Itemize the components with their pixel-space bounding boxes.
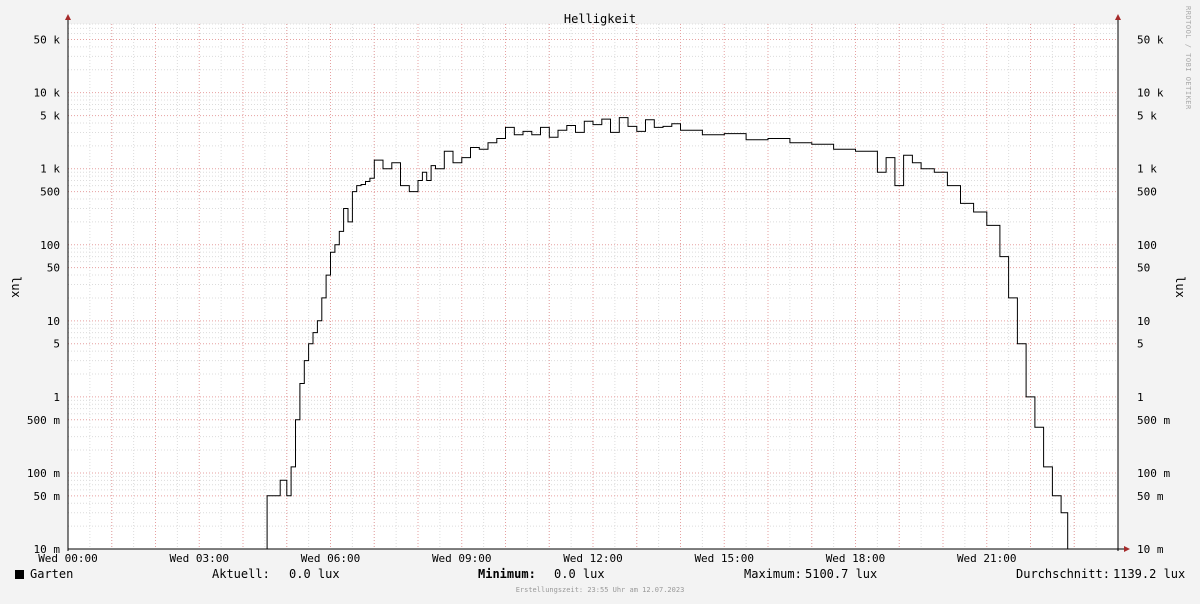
y-axis-label-left: lux [9,276,23,298]
y-tick-label-right: 50 [1137,262,1150,275]
legend-durchschnitt-label: Durchschnitt: [1016,567,1110,581]
x-tick-label: Wed 18:00 [826,552,886,565]
y-tick-label-right: 100 m [1137,467,1170,480]
y-tick-label-right: 1 k [1137,163,1157,176]
y-tick-label-right: 10 m [1137,543,1164,556]
legend-maximum-label: Maximum: [744,567,802,581]
x-tick-label: Wed 15:00 [694,552,754,565]
y-tick-label-left: 100 m [27,467,60,480]
rrdtool-watermark: RRDTOOL / TOBI OETIKER [1184,6,1192,110]
chart-container: 10 m 10 m 50 m 50 m 100 m 100 m 500 m 500 m1155… [0,0,1200,600]
y-tick-label-right: 1 [1137,391,1144,404]
y-axis-arrow-right [1115,14,1121,20]
x-tick-label: Wed 21:00 [957,552,1017,565]
y-axis-arrow-left [65,14,71,20]
y-tick-label-right: 500 m [1137,414,1170,427]
chart-title: Helligkeit [564,12,636,26]
y-axis-label-right: lux [1173,276,1187,298]
legend-series-name: Garten [30,567,74,581]
legend-durchschnitt-value: 1139.2 lux [1113,567,1186,581]
x-tick-label: Wed 06:00 [301,552,361,565]
y-tick-label-left: 5 [53,338,60,351]
y-tick-label-left: 50 m [34,490,61,503]
y-tick-label-right: 50 m [1137,490,1164,503]
y-tick-label-right: 50 k [1137,34,1164,47]
x-axis-arrow [1124,546,1130,552]
legend-aktuell-label: Aktuell: [212,567,270,581]
y-tick-label-right: 10 [1137,315,1150,328]
y-tick-label-left: 100 [40,239,60,252]
y-tick-label-left: 50 k [34,34,61,47]
legend-minimum-value: 0.0 lux [554,567,605,581]
y-tick-label-left: 500 [40,186,60,199]
y-tick-label-left: 1 k [40,163,60,176]
y-tick-label-right: 5 k [1137,110,1157,123]
y-tick-label-right: 5 [1137,338,1144,351]
legend-maximum-value: 5100.7 lux [805,567,878,581]
brightness-chart: 10 m 10 m50 m 50 m100 m 100 m500 m 500 m1 15 5… [9,12,1187,565]
y-tick-label-left: 10 [47,315,60,328]
x-tick-label: Wed 03:00 [169,552,229,565]
y-tick-label-right: 500 [1137,186,1157,199]
footer-timestamp: Erstellungszeit: 23:55 Uhr am 12.07.2023 [515,586,685,594]
y-tick-label-right: 10 k [1137,87,1164,100]
x-tick-label: Wed 12:00 [563,552,623,565]
y-tick-label-left: 5 k [40,110,60,123]
y-tick-label-left: 50 [47,262,60,275]
legend-minimum-label: Minimum: [478,567,536,581]
y-tick-label-left: 10 k [34,87,61,100]
x-tick-label: Wed 09:00 [432,552,492,565]
y-tick-label-left: 500 m [27,414,60,427]
y-tick-label-left: 1 [53,391,60,404]
x-tick-label: Wed 00:00 [38,552,98,565]
legend-swatch [15,570,24,579]
legend-aktuell-value: 0.0 lux [289,567,340,581]
y-tick-label-right: 100 [1137,239,1157,252]
